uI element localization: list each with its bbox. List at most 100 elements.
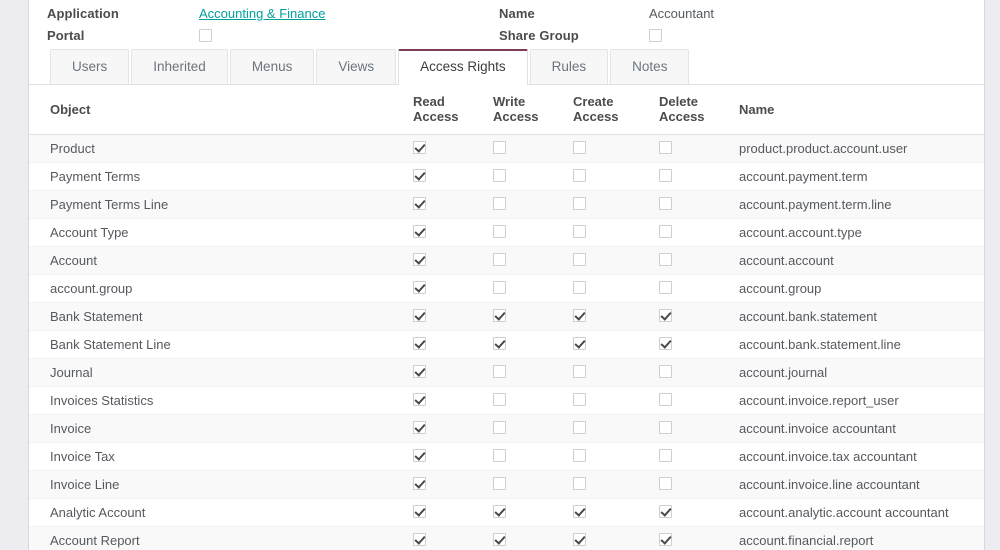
cell-create-access	[562, 190, 648, 219]
create-access-checkbox[interactable]	[573, 336, 586, 350]
share-group-checkbox[interactable]	[649, 29, 662, 42]
delete-access-checkbox[interactable]	[659, 140, 672, 154]
read-access-checkbox[interactable]	[413, 224, 426, 238]
table-row[interactable]: Invoice Tax account.invoice.tax accountan…	[29, 442, 984, 471]
table-row[interactable]: Bank Statement Line account.bank.statemen…	[29, 330, 984, 359]
table-row[interactable]: Product product.product.account.user	[29, 134, 984, 163]
tab-access-rights[interactable]: Access Rights	[398, 49, 528, 85]
delete-access-checkbox[interactable]	[659, 224, 672, 238]
delete-access-checkbox[interactable]	[659, 420, 672, 434]
cell-object: Invoice Line	[29, 470, 402, 499]
create-access-checkbox[interactable]	[573, 140, 586, 154]
cell-delete-access	[648, 358, 734, 387]
column-header-delete-line2: Access	[659, 109, 705, 124]
create-access-checkbox[interactable]	[573, 196, 586, 210]
read-access-checkbox[interactable]	[413, 392, 426, 406]
table-row[interactable]: Account Report account.financial.report	[29, 526, 984, 550]
table-row[interactable]: Invoice Line account.invoice.line account…	[29, 470, 984, 499]
column-header-write-access[interactable]: Write Access	[482, 85, 562, 135]
column-header-create-line1: Create	[573, 94, 614, 109]
write-access-checkbox[interactable]	[493, 224, 506, 238]
table-row[interactable]: Account account.account	[29, 246, 984, 275]
delete-access-checkbox[interactable]	[659, 532, 672, 546]
write-access-checkbox[interactable]	[493, 448, 506, 462]
read-access-checkbox[interactable]	[413, 364, 426, 378]
write-access-checkbox[interactable]	[493, 392, 506, 406]
delete-access-checkbox[interactable]	[659, 476, 672, 490]
table-row[interactable]: Invoices Statistics account.invoice.repor…	[29, 386, 984, 415]
cell-write-access	[482, 190, 562, 219]
delete-access-checkbox[interactable]	[659, 504, 672, 518]
write-access-checkbox[interactable]	[493, 504, 506, 518]
tab-users[interactable]: Users	[50, 49, 130, 84]
write-access-checkbox[interactable]	[493, 420, 506, 434]
table-row[interactable]: Payment Terms account.payment.term	[29, 162, 984, 191]
tab-notes[interactable]: Notes	[610, 49, 690, 84]
read-access-checkbox[interactable]	[413, 252, 426, 266]
create-access-checkbox[interactable]	[573, 392, 586, 406]
table-row[interactable]: Invoice account.invoice accountant	[29, 414, 984, 443]
table-row[interactable]: Account Type account.account.type	[29, 218, 984, 247]
table-row[interactable]: Analytic Account account.analytic.account…	[29, 498, 984, 527]
table-row[interactable]: account.group account.group	[29, 274, 984, 303]
table-row[interactable]: Journal account.journal	[29, 358, 984, 387]
delete-access-checkbox[interactable]	[659, 252, 672, 266]
column-header-create-access[interactable]: Create Access	[562, 85, 648, 135]
read-access-checkbox[interactable]	[413, 336, 426, 350]
field-application-value-link[interactable]: Accounting & Finance	[199, 6, 325, 21]
read-access-checkbox[interactable]	[413, 504, 426, 518]
column-header-name[interactable]: Name	[734, 85, 984, 135]
create-access-checkbox[interactable]	[573, 308, 586, 322]
write-access-checkbox[interactable]	[493, 308, 506, 322]
column-header-read-access[interactable]: Read Access	[402, 85, 482, 135]
delete-access-checkbox[interactable]	[659, 196, 672, 210]
read-access-checkbox[interactable]	[413, 280, 426, 294]
delete-access-checkbox[interactable]	[659, 168, 672, 182]
create-access-checkbox[interactable]	[573, 476, 586, 490]
read-access-checkbox[interactable]	[413, 168, 426, 182]
read-access-checkbox[interactable]	[413, 476, 426, 490]
write-access-checkbox[interactable]	[493, 168, 506, 182]
tab-menus[interactable]: Menus	[229, 49, 315, 84]
column-header-delete-access[interactable]: Delete Access	[648, 85, 734, 135]
read-access-checkbox[interactable]	[413, 308, 426, 322]
tab-inherited[interactable]: Inherited	[131, 49, 228, 84]
portal-checkbox[interactable]	[199, 29, 212, 42]
write-access-checkbox[interactable]	[493, 280, 506, 294]
create-access-checkbox[interactable]	[573, 448, 586, 462]
create-access-checkbox[interactable]	[573, 532, 586, 546]
delete-access-checkbox[interactable]	[659, 280, 672, 294]
write-access-checkbox[interactable]	[493, 532, 506, 546]
delete-access-checkbox[interactable]	[659, 448, 672, 462]
create-access-checkbox[interactable]	[573, 420, 586, 434]
table-row[interactable]: Bank Statement account.bank.statement	[29, 302, 984, 331]
read-access-checkbox[interactable]	[413, 420, 426, 434]
write-access-checkbox[interactable]	[493, 476, 506, 490]
write-access-checkbox[interactable]	[493, 196, 506, 210]
write-access-checkbox[interactable]	[493, 252, 506, 266]
delete-access-checkbox[interactable]	[659, 392, 672, 406]
field-portal-label: Portal	[47, 28, 85, 43]
write-access-checkbox[interactable]	[493, 364, 506, 378]
create-access-checkbox[interactable]	[573, 252, 586, 266]
read-access-checkbox[interactable]	[413, 196, 426, 210]
create-access-checkbox[interactable]	[573, 224, 586, 238]
read-access-checkbox[interactable]	[413, 448, 426, 462]
read-access-checkbox[interactable]	[413, 140, 426, 154]
delete-access-checkbox[interactable]	[659, 336, 672, 350]
tab-views[interactable]: Views	[316, 49, 397, 84]
write-access-checkbox[interactable]	[493, 336, 506, 350]
column-header-object[interactable]: Object	[29, 85, 402, 135]
cell-create-access	[562, 498, 648, 527]
create-access-checkbox[interactable]	[573, 280, 586, 294]
table-row[interactable]: Payment Terms Line account.payment.term.l…	[29, 190, 984, 219]
read-access-checkbox[interactable]	[413, 532, 426, 546]
create-access-checkbox[interactable]	[573, 364, 586, 378]
create-access-checkbox[interactable]	[573, 168, 586, 182]
delete-access-checkbox[interactable]	[659, 308, 672, 322]
write-access-checkbox[interactable]	[493, 140, 506, 154]
field-name-value[interactable]: Accountant	[649, 6, 714, 21]
tab-rules[interactable]: Rules	[529, 49, 609, 84]
create-access-checkbox[interactable]	[573, 504, 586, 518]
delete-access-checkbox[interactable]	[659, 364, 672, 378]
